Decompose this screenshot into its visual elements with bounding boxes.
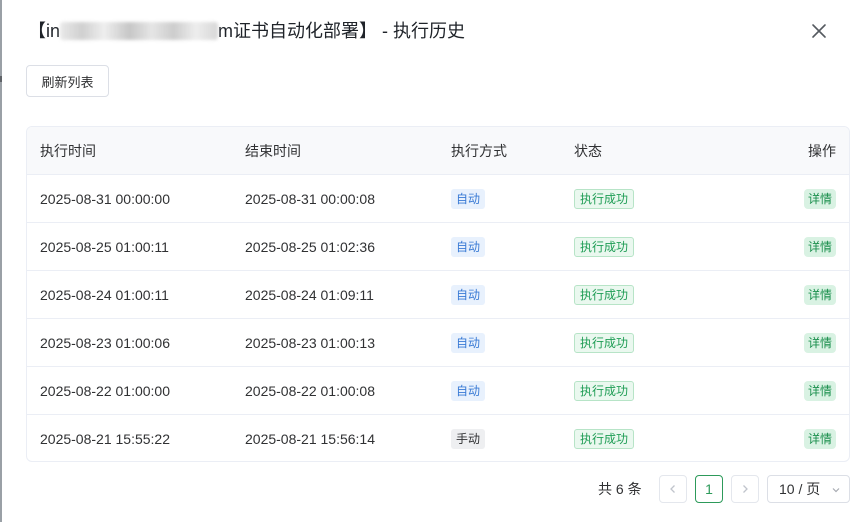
end-time: 2025-08-24 01:09:11: [245, 286, 374, 303]
status-badge: 执行成功: [574, 380, 635, 401]
close-icon: [812, 24, 826, 38]
detail-button[interactable]: 详情: [803, 236, 836, 257]
end-time: 2025-08-21 15:56:14: [245, 431, 375, 447]
mode-tag: 自动: [451, 380, 486, 401]
status-badge: 执行成功: [574, 236, 635, 257]
mode-tag: 自动: [451, 188, 486, 209]
table-header: 执行时间 结束时间 执行方式 状态 操作: [27, 127, 849, 175]
table-row: 2025-08-23 01:00:06 2025-08-23 01:00:13 …: [27, 319, 849, 367]
header-end-time: 结束时间: [245, 142, 301, 159]
dialog-title: 【in m证书自动化部署】 - 执行历史: [28, 18, 465, 44]
header-actions: 操作: [808, 142, 836, 159]
end-time: 2025-08-23 01:00:13: [245, 334, 375, 351]
detail-button[interactable]: 详情: [803, 429, 836, 449]
header-start-time: 执行时间: [40, 142, 96, 159]
start-time: 2025-08-23 01:00:06: [40, 334, 170, 351]
page-size-value: 10 / 页: [779, 481, 821, 497]
mode-tag: 手动: [451, 429, 486, 449]
redacted-domain: [60, 22, 219, 40]
detail-button[interactable]: 详情: [803, 380, 836, 401]
mode-tag: 自动: [451, 332, 486, 353]
page-1-button[interactable]: 1: [695, 475, 723, 503]
start-time: 2025-08-21 15:55:22: [40, 431, 170, 447]
chevron-left-icon: [670, 485, 675, 493]
page-size-select[interactable]: 10 / 页: [767, 475, 850, 503]
next-page-button[interactable]: [731, 475, 759, 503]
pagination-total: 共 6 条: [598, 481, 642, 497]
table-row: 2025-08-31 00:00:00 2025-08-31 00:00:08 …: [27, 175, 849, 223]
detail-button[interactable]: 详情: [803, 188, 836, 209]
mode-tag: 自动: [451, 284, 486, 305]
detail-button[interactable]: 详情: [803, 284, 836, 305]
end-time: 2025-08-31 00:00:08: [245, 190, 375, 207]
header-mode: 执行方式: [451, 142, 507, 159]
table-row: 2025-08-24 01:00:11 2025-08-24 01:09:11 …: [27, 271, 849, 319]
table-row: 2025-08-25 01:00:11 2025-08-25 01:02:36 …: [27, 223, 849, 271]
execution-history-dialog: 【in m证书自动化部署】 - 执行历史 刷新列表 执行时间 结束时间 执行方式 …: [2, 0, 852, 522]
history-table: 执行时间 结束时间 执行方式 状态 操作 2025-08-31 00:00:00…: [26, 126, 850, 462]
header-status: 状态: [574, 142, 602, 159]
table-row: 2025-08-21 15:55:22 2025-08-21 15:56:14 …: [27, 415, 849, 461]
end-time: 2025-08-22 01:00:08: [245, 382, 375, 399]
start-time: 2025-08-25 01:00:11: [40, 238, 169, 255]
refresh-list-button[interactable]: 刷新列表: [26, 65, 109, 97]
status-badge: 执行成功: [574, 429, 635, 449]
chevron-down-icon: [832, 488, 840, 493]
end-time: 2025-08-25 01:02:36: [245, 238, 375, 255]
start-time: 2025-08-22 01:00:00: [40, 382, 170, 399]
chevron-right-icon: [743, 485, 748, 493]
status-badge: 执行成功: [574, 332, 635, 353]
close-button[interactable]: [808, 20, 830, 42]
start-time: 2025-08-31 00:00:00: [40, 190, 170, 207]
dialog-title-suffix: m证书自动化部署】 - 执行历史: [218, 21, 466, 41]
detail-button[interactable]: 详情: [803, 332, 836, 353]
status-badge: 执行成功: [574, 284, 635, 305]
table-row: 2025-08-22 01:00:00 2025-08-22 01:00:08 …: [27, 367, 849, 415]
dialog-title-prefix: 【in: [28, 21, 61, 41]
start-time: 2025-08-24 01:00:11: [40, 286, 169, 303]
mode-tag: 自动: [451, 236, 486, 257]
status-badge: 执行成功: [574, 188, 635, 209]
prev-page-button[interactable]: [659, 475, 687, 503]
